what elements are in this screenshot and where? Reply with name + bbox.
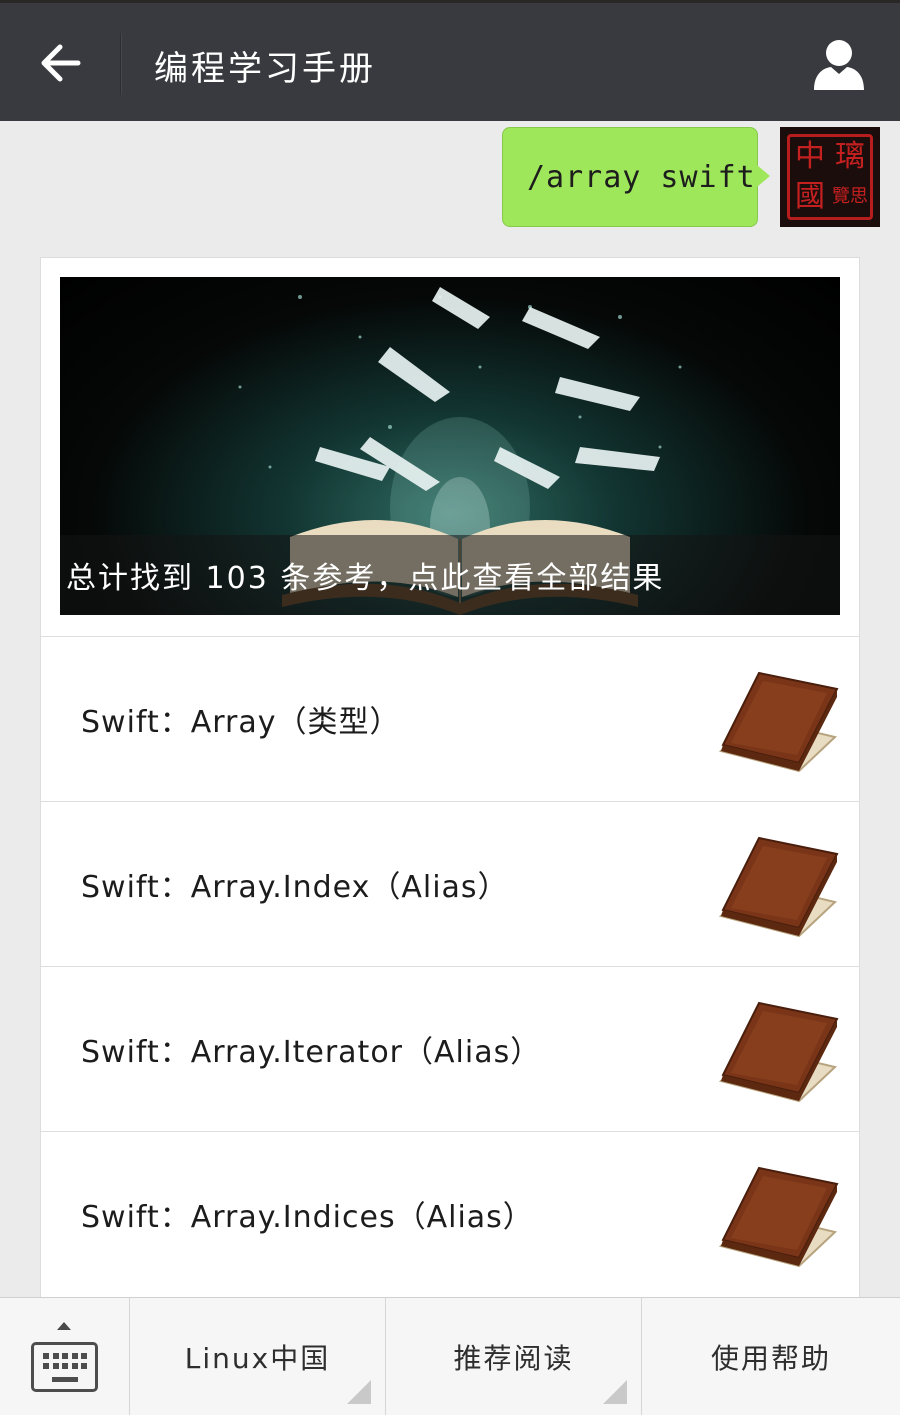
- profile-button[interactable]: [806, 31, 872, 97]
- result-title: Swift：Array.Index（Alias）: [81, 870, 509, 905]
- result-item[interactable]: Swift：Array.Index（Alias）: [41, 801, 859, 966]
- result-item[interactable]: Swift：Array.Iterator（Alias）: [41, 966, 859, 1131]
- submenu-indicator-icon: [603, 1380, 627, 1404]
- keyboard-toggle-button[interactable]: [0, 1298, 130, 1415]
- menu-item-help[interactable]: 使用帮助: [642, 1298, 900, 1415]
- result-title: Swift：Array.Indices（Alias）: [81, 1200, 534, 1235]
- person-icon: [814, 40, 864, 90]
- seal-logo: 中 璃 國 覽思: [787, 134, 873, 220]
- back-button[interactable]: [20, 23, 100, 103]
- caret-up-icon: [57, 1322, 71, 1330]
- seal-char: 璃: [835, 139, 865, 174]
- article-card: 总计找到 103 条参考，点此查看全部结果 Swift：Array（类型） Sw…: [40, 257, 860, 1297]
- banner-caption: 总计找到 103 条参考，点此查看全部结果: [60, 535, 840, 615]
- message-bubble-tail: [757, 165, 770, 187]
- seal-char: 覽思: [832, 186, 868, 207]
- submenu-indicator-icon: [347, 1380, 371, 1404]
- result-title: Swift：Array.Iterator（Alias）: [81, 1035, 542, 1070]
- menu-item-recommended[interactable]: 推荐阅读: [386, 1298, 642, 1415]
- banner-image[interactable]: 总计找到 103 条参考，点此查看全部结果: [60, 277, 840, 615]
- seal-char: 國: [795, 179, 825, 214]
- result-item[interactable]: Swift：Array（类型）: [41, 636, 859, 801]
- bottom-menu-bar: Linux中国 推荐阅读 使用帮助: [0, 1297, 900, 1415]
- menu-item-label: 使用帮助: [710, 1342, 831, 1375]
- keyboard-icon: [31, 1342, 98, 1392]
- header-divider: [120, 33, 122, 95]
- book-icon: [718, 671, 839, 773]
- message-text: /array swift: [527, 159, 756, 195]
- menu-item-label: Linux中国: [184, 1342, 331, 1375]
- seal-char: 中: [795, 139, 825, 174]
- book-icon: [718, 1166, 839, 1268]
- book-icon: [718, 1001, 839, 1103]
- message-bubble[interactable]: /array swift: [502, 127, 758, 227]
- avatar[interactable]: 中 璃 國 覽思: [780, 127, 880, 227]
- top-bar: 编程学习手册: [0, 0, 900, 121]
- page-title: 编程学习手册: [154, 49, 376, 89]
- menu-item-linux-china[interactable]: Linux中国: [130, 1298, 386, 1415]
- result-item[interactable]: Swift：Array.Indices（Alias）: [41, 1131, 859, 1296]
- result-title: Swift：Array（类型）: [81, 705, 401, 740]
- book-icon: [718, 836, 839, 938]
- menu-item-label: 推荐阅读: [453, 1342, 574, 1375]
- arrow-left-icon: [41, 44, 81, 82]
